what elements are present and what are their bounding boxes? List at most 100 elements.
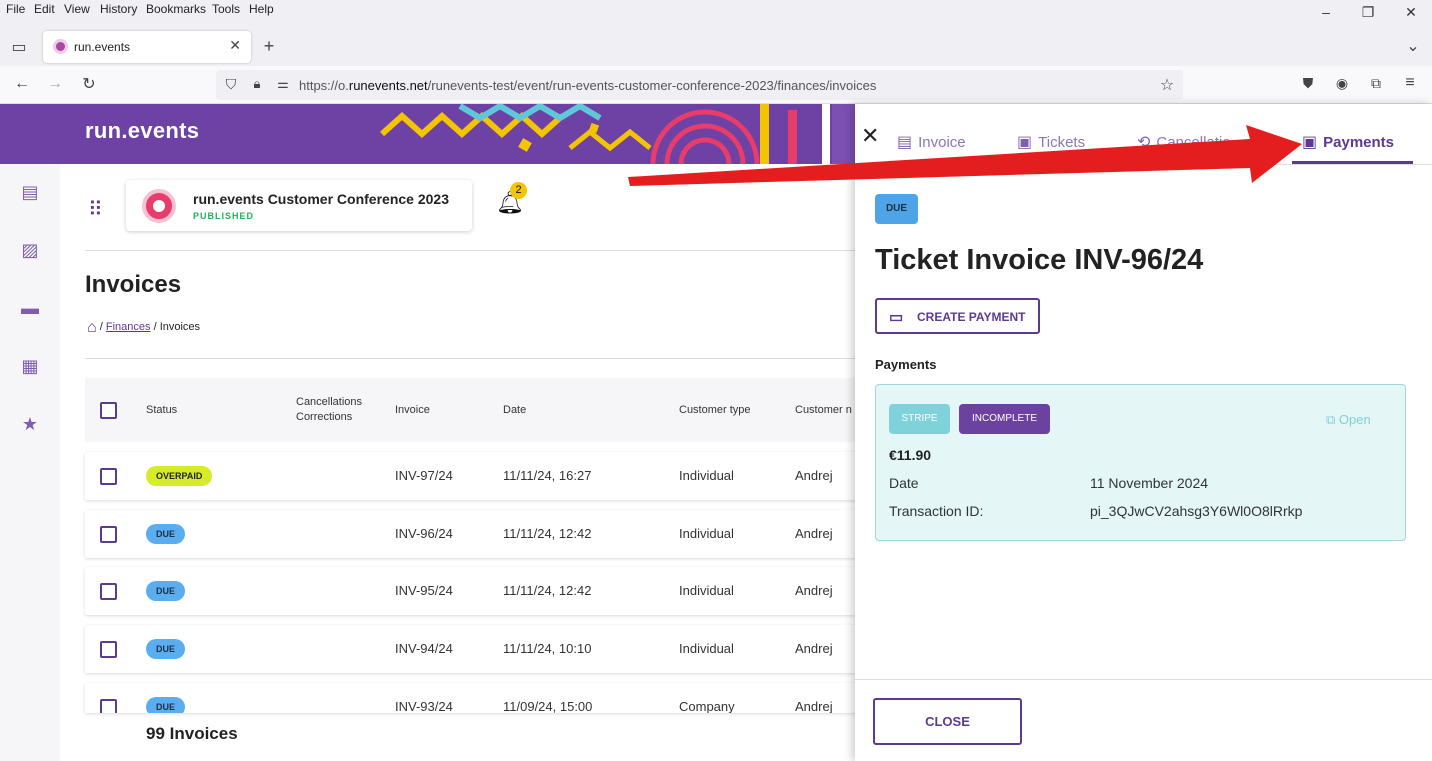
- create-payment-button[interactable]: ▭ CREATE PAYMENT: [875, 298, 1040, 334]
- select-all-checkbox[interactable]: [100, 402, 117, 419]
- tab-invoice[interactable]: ▤ Invoice: [897, 132, 966, 152]
- invoice-number: INV-97/24: [395, 468, 453, 483]
- invoice-title: Ticket Invoice INV-96/24: [875, 244, 1204, 276]
- restore-icon[interactable]: ❐: [1358, 4, 1378, 21]
- clipboard-icon[interactable]: ▦: [19, 356, 41, 378]
- menu-bookmarks[interactable]: Bookmarks: [146, 2, 206, 16]
- back-icon[interactable]: ←: [11, 75, 33, 93]
- open-payment-link[interactable]: ⧉ Open: [1326, 412, 1371, 428]
- tab-cancellations[interactable]: ⟲ Cancellatio: [1137, 132, 1231, 152]
- customer-type: Individual: [679, 526, 734, 541]
- menu-help[interactable]: Help: [249, 2, 274, 16]
- row-checkbox[interactable]: [100, 699, 117, 713]
- customer-type: Individual: [679, 583, 734, 598]
- url-bar[interactable]: ⛉ 🔒︎ ⚌ https://o.runevents.net/runevents…: [216, 70, 1183, 100]
- column-customer-name[interactable]: Customer n: [795, 403, 852, 418]
- invoice-number: INV-96/24: [395, 526, 453, 541]
- star-icon[interactable]: ★: [19, 414, 41, 436]
- menu-tools[interactable]: Tools: [212, 2, 240, 16]
- transaction-id-label: Transaction ID:: [889, 503, 984, 519]
- breadcrumb: ⌂ / Finances / Invoices: [87, 319, 201, 336]
- receipt-icon: ▤: [897, 134, 913, 151]
- close-window-icon[interactable]: ✕: [1401, 4, 1421, 21]
- left-sidebar: ▤ ▨ ▬ ▦ ★: [0, 164, 60, 761]
- event-name: run.events Customer Conference 2023: [193, 191, 449, 207]
- invoice-drawer: ✕ ▤ Invoice ▣ Tickets ⟲ Cancellatio ▣ Paymen…: [855, 104, 1432, 761]
- row-checkbox[interactable]: [100, 526, 117, 543]
- shield-icon[interactable]: ⛉: [220, 76, 242, 93]
- row-checkbox[interactable]: [100, 468, 117, 485]
- menu-view[interactable]: View: [64, 2, 90, 16]
- table-row[interactable]: DUE INV-93/24 11/09/24, 15:00 Company An…: [85, 683, 856, 713]
- event-status: PUBLISHED: [193, 211, 255, 221]
- notification-badge: 2: [510, 182, 527, 199]
- breadcrumb-finances-link[interactable]: Finances: [106, 321, 151, 333]
- navigation-bar: ← → ↻ ⛉ 🔒︎ ⚌ https://o.runevents.net/run…: [0, 66, 1432, 104]
- customer-name: Andrej: [795, 526, 833, 541]
- forward-icon[interactable]: →: [44, 75, 66, 93]
- banner-decoration: [380, 104, 856, 164]
- provider-chip: STRIPE: [889, 404, 950, 434]
- column-cancellations[interactable]: Cancellations Corrections: [296, 395, 362, 425]
- invoice-number: INV-94/24: [395, 641, 453, 656]
- tab-manager-icon[interactable]: ▭: [8, 37, 30, 57]
- column-customer-type[interactable]: Customer type: [679, 403, 751, 418]
- minimize-icon[interactable]: –: [1316, 4, 1336, 20]
- customer-type: Individual: [679, 641, 734, 656]
- app-menu-icon[interactable]: ≡: [1399, 74, 1421, 92]
- home-icon[interactable]: ⌂: [87, 319, 97, 336]
- payment-card: STRIPE INCOMPLETE ⧉ Open €11.90 Date 11 …: [875, 384, 1406, 541]
- payment-amount: €11.90: [889, 447, 932, 463]
- reload-icon[interactable]: ↻: [78, 74, 100, 94]
- account-icon[interactable]: ◉: [1331, 75, 1353, 92]
- tab-title: run.events: [74, 40, 131, 54]
- new-tab-icon[interactable]: +: [258, 36, 280, 57]
- transaction-id-value: pi_3QJwCV2ahsg3Y6Wl0O8lRrkp: [1090, 503, 1303, 519]
- customer-name: Andrej: [795, 699, 833, 713]
- close-tab-icon[interactable]: ✕: [229, 37, 241, 54]
- payments-icon: ▣: [1302, 134, 1318, 151]
- menu-history[interactable]: History: [100, 2, 137, 16]
- table-row[interactable]: DUE INV-95/24 11/11/24, 12:42 Individual…: [85, 567, 856, 615]
- column-date[interactable]: Date: [503, 403, 526, 418]
- column-status[interactable]: Status: [146, 403, 177, 418]
- apps-grid-icon[interactable]: ⠿: [88, 197, 103, 222]
- menu-edit[interactable]: Edit: [34, 2, 55, 16]
- bookmark-star-icon[interactable]: ☆: [1156, 75, 1178, 95]
- browser-tab[interactable]: run.events ✕: [43, 31, 251, 63]
- folder-icon[interactable]: ▬: [19, 298, 41, 320]
- invoice-number: INV-95/24: [395, 583, 453, 598]
- tab-tickets[interactable]: ▣ Tickets: [1017, 132, 1085, 152]
- exchange-icon: ⟲: [1137, 134, 1151, 151]
- app-logo[interactable]: run.events: [85, 118, 199, 144]
- lock-icon[interactable]: 🔒︎: [246, 76, 268, 92]
- tab-list-chevron-icon[interactable]: ⌄: [1402, 36, 1424, 56]
- row-checkbox[interactable]: [100, 583, 117, 600]
- permissions-icon[interactable]: ⚌: [272, 76, 294, 92]
- status-badge: DUE: [146, 697, 186, 713]
- menu-bar: File Edit View History Bookmarks Tools H…: [0, 0, 1432, 28]
- event-selector[interactable]: run.events Customer Conference 2023 PUBL…: [126, 180, 472, 231]
- pocket-icon[interactable]: ⛊: [1297, 75, 1319, 92]
- status-badge: DUE: [146, 524, 186, 544]
- url-text: https://o.runevents.net/runevents-test/e…: [299, 78, 877, 93]
- chat-icon[interactable]: ▤: [19, 182, 41, 204]
- extensions-icon[interactable]: ⧉: [1365, 75, 1387, 92]
- table-row[interactable]: DUE INV-94/24 11/11/24, 10:10 Individual…: [85, 625, 856, 673]
- invoice-status-chip: DUE: [875, 194, 918, 224]
- column-invoice[interactable]: Invoice: [395, 403, 430, 418]
- row-checkbox[interactable]: [100, 641, 117, 658]
- invoice-date: 11/11/24, 16:27: [503, 468, 592, 483]
- table-row[interactable]: OVERPAID INV-97/24 11/11/24, 16:27 Indiv…: [85, 452, 856, 500]
- close-drawer-icon[interactable]: ✕: [861, 123, 879, 149]
- table-row[interactable]: DUE INV-96/24 11/11/24, 12:42 Individual…: [85, 510, 856, 558]
- status-badge: DUE: [146, 581, 186, 601]
- tab-payments[interactable]: ▣ Payments: [1302, 132, 1394, 152]
- image-icon[interactable]: ▨: [19, 240, 41, 262]
- table-header: Status Cancellations Corrections Invoice …: [85, 378, 856, 442]
- ticket-icon: ▣: [1017, 134, 1033, 151]
- external-link-icon: ⧉: [1326, 412, 1336, 427]
- menu-file[interactable]: File: [6, 2, 25, 16]
- invoice-date: 11/09/24, 15:00: [503, 699, 593, 713]
- close-button[interactable]: CLOSE: [873, 698, 1022, 745]
